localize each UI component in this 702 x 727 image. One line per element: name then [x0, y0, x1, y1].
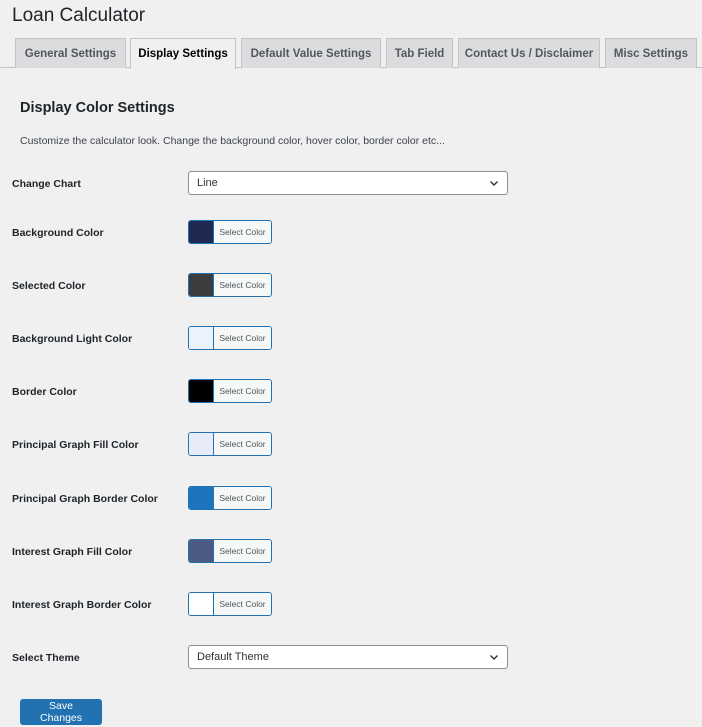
color-swatch: [189, 380, 214, 402]
select-theme-row: Select Theme Default Theme: [0, 645, 702, 671]
select-color-button[interactable]: Select Color: [214, 380, 271, 402]
select-theme-value: Default Theme: [197, 651, 269, 663]
color-label: Interest Graph Border Color: [12, 599, 152, 611]
principal-graph-border-color-picker[interactable]: Select Color: [188, 486, 272, 510]
save-changes-button[interactable]: Save Changes: [20, 699, 102, 725]
tab-general-settings[interactable]: General Settings: [15, 38, 126, 68]
change-chart-row: Change Chart Line: [0, 171, 702, 197]
select-color-button[interactable]: Select Color: [214, 221, 271, 243]
chevron-down-icon: [490, 655, 498, 660]
color-label: Border Color: [12, 386, 77, 398]
selected-color-picker[interactable]: Select Color: [188, 273, 272, 297]
color-row-selected: Selected Color Select Color: [0, 273, 702, 299]
color-row-background: Background Color Select Color: [0, 220, 702, 246]
color-label: Selected Color: [12, 280, 86, 292]
select-color-button[interactable]: Select Color: [214, 433, 271, 455]
color-label: Background Color: [12, 227, 104, 239]
select-color-button[interactable]: Select Color: [214, 540, 271, 562]
chevron-down-icon: [490, 181, 498, 186]
select-color-button[interactable]: Select Color: [214, 327, 271, 349]
tab-display-settings[interactable]: Display Settings: [130, 38, 236, 69]
change-chart-select[interactable]: Line: [188, 171, 508, 195]
color-label: Principal Graph Border Color: [12, 493, 158, 505]
color-swatch: [189, 221, 214, 243]
color-row-interest-border: Interest Graph Border Color Select Color: [0, 592, 702, 618]
color-row-background-light: Background Light Color Select Color: [0, 326, 702, 352]
tab-default-value-settings[interactable]: Default Value Settings: [241, 38, 381, 68]
section-title: Display Color Settings: [20, 100, 175, 116]
tab-contact-us-disclaimer[interactable]: Contact Us / Disclaimer: [458, 38, 600, 68]
color-swatch: [189, 487, 214, 509]
change-chart-value: Line: [197, 177, 218, 189]
tab-misc-settings[interactable]: Misc Settings: [605, 38, 697, 68]
change-chart-label: Change Chart: [12, 178, 81, 190]
background-light-color-picker[interactable]: Select Color: [188, 326, 272, 350]
section-description: Customize the calculator look. Change th…: [20, 135, 445, 147]
border-color-picker[interactable]: Select Color: [188, 379, 272, 403]
tab-tab-field[interactable]: Tab Field: [386, 38, 453, 68]
select-color-button[interactable]: Select Color: [214, 487, 271, 509]
settings-tabs: General Settings Display Settings Defaul…: [0, 38, 702, 69]
color-swatch: [189, 540, 214, 562]
color-row-principal-fill: Principal Graph Fill Color Select Color: [0, 432, 702, 458]
principal-graph-fill-color-picker[interactable]: Select Color: [188, 432, 272, 456]
color-row-principal-border: Principal Graph Border Color Select Colo…: [0, 486, 702, 512]
interest-graph-fill-color-picker[interactable]: Select Color: [188, 539, 272, 563]
color-swatch: [189, 327, 214, 349]
color-label: Background Light Color: [12, 333, 133, 345]
color-swatch: [189, 274, 214, 296]
select-color-button[interactable]: Select Color: [214, 274, 271, 296]
background-color-picker[interactable]: Select Color: [188, 220, 272, 244]
page-title: Loan Calculator: [12, 5, 146, 26]
color-swatch: [189, 433, 214, 455]
color-swatch: [189, 593, 214, 615]
color-label: Interest Graph Fill Color: [12, 546, 133, 558]
select-theme-select[interactable]: Default Theme: [188, 645, 508, 669]
select-theme-label: Select Theme: [12, 652, 80, 664]
select-color-button[interactable]: Select Color: [214, 593, 271, 615]
color-row-interest-fill: Interest Graph Fill Color Select Color: [0, 539, 702, 565]
color-row-border: Border Color Select Color: [0, 379, 702, 405]
color-label: Principal Graph Fill Color: [12, 439, 139, 451]
interest-graph-border-color-picker[interactable]: Select Color: [188, 592, 272, 616]
